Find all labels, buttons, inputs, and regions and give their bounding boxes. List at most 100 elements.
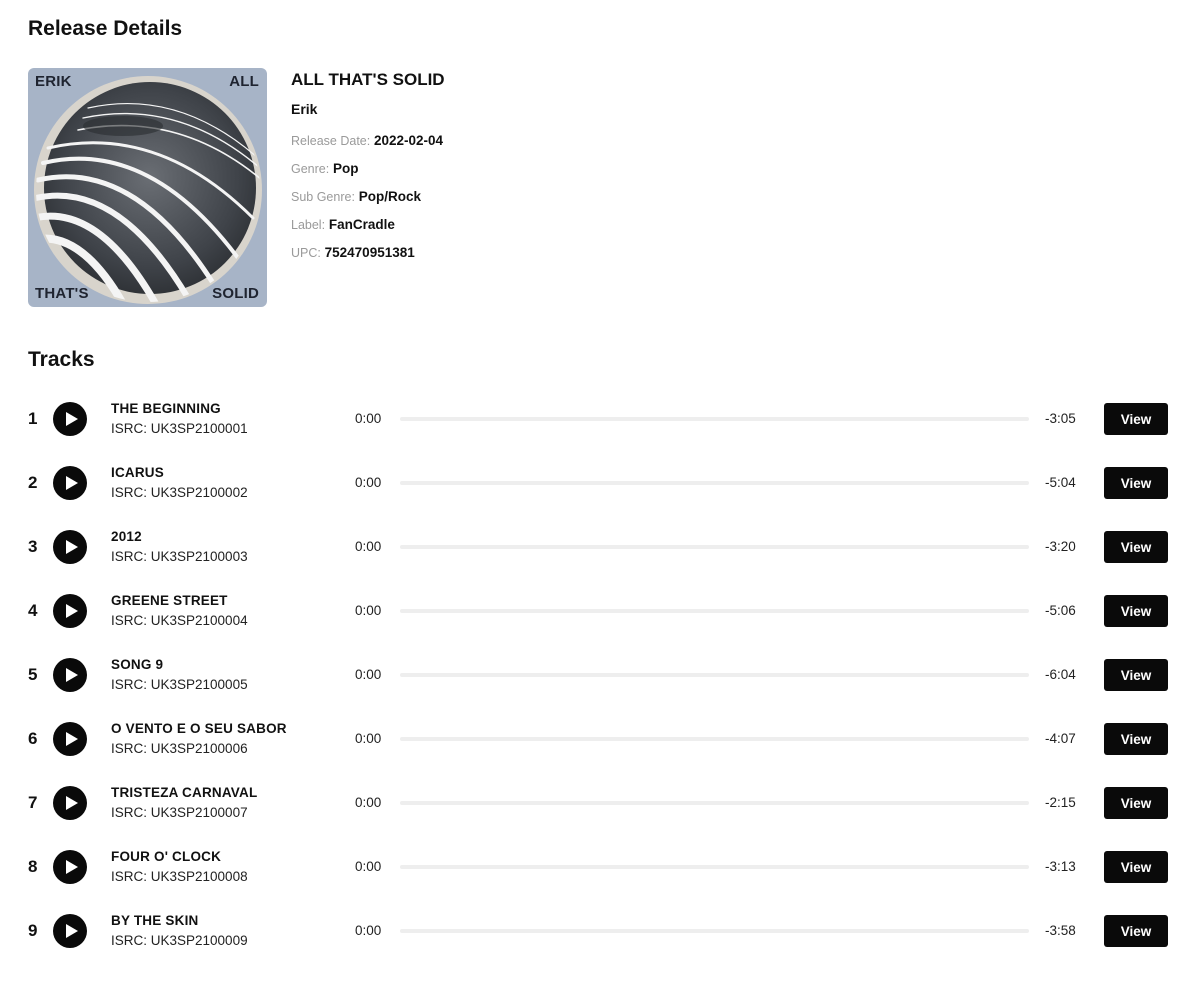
- track-row: 8 FOUR O' CLOCK ISRC: UK3SP2100008 0:00 -3:1…: [0, 835, 1194, 899]
- track-isrc: ISRC: UK3SP2100009: [111, 933, 248, 948]
- label-row: Label: FanCradle: [291, 211, 445, 239]
- track-number: 1: [28, 409, 38, 428]
- remaining-time: -6:04: [1045, 667, 1076, 682]
- upc-label: UPC:: [291, 246, 321, 260]
- track-row: 9 BY THE SKIN ISRC: UK3SP2100009 0:00 -3:58 V…: [0, 899, 1194, 963]
- track-row: 7 TRISTEZA CARNAVAL ISRC: UK3SP2100007 0:00…: [0, 771, 1194, 835]
- play-button[interactable]: [53, 594, 87, 628]
- genre-value: Pop: [332, 161, 359, 176]
- track-isrc: ISRC: UK3SP2100004: [111, 613, 248, 628]
- view-button[interactable]: View: [1104, 787, 1168, 819]
- artist-name: Erik: [291, 101, 318, 117]
- track-number: 7: [28, 793, 38, 812]
- track-progress-bar[interactable]: [400, 545, 1029, 549]
- play-button[interactable]: [53, 722, 87, 756]
- release-info: ALL THAT'S SOLID Erik Release Date: 2022…: [291, 68, 445, 267]
- track-isrc: ISRC: UK3SP2100003: [111, 549, 248, 564]
- track-progress-bar[interactable]: [400, 801, 1029, 805]
- remaining-time: -3:20: [1045, 539, 1076, 554]
- upc-row: UPC: 752470951381: [291, 239, 445, 267]
- view-button[interactable]: View: [1104, 915, 1168, 947]
- track-row: 5 SONG 9 ISRC: UK3SP2100005 0:00 -6:04 View: [0, 643, 1194, 707]
- view-button[interactable]: View: [1104, 595, 1168, 627]
- track-number: 2: [28, 473, 38, 492]
- track-progress-bar[interactable]: [400, 673, 1029, 677]
- current-time: 0:00: [355, 603, 382, 618]
- track-title: GREENE STREET: [111, 593, 228, 608]
- track-row: 4 GREENE STREET ISRC: UK3SP2100004 0:00 -5:0…: [0, 579, 1194, 643]
- track-progress-bar[interactable]: [400, 417, 1029, 421]
- track-progress-bar[interactable]: [400, 929, 1029, 933]
- sub-genre-value: Pop/Rock: [358, 189, 421, 204]
- track-title: O VENTO E O SEU SABOR: [111, 721, 287, 736]
- current-time: 0:00: [355, 475, 382, 490]
- track-title: THE BEGINNING: [111, 401, 221, 416]
- track-number: 5: [28, 665, 38, 684]
- track-title: FOUR O' CLOCK: [111, 849, 222, 864]
- track-isrc: ISRC: UK3SP2100007: [111, 805, 248, 820]
- current-time: 0:00: [355, 731, 382, 746]
- album-cover-art: ERIK ALL THAT'S SOLID: [28, 68, 267, 307]
- remaining-time: -5:06: [1045, 603, 1076, 618]
- remaining-time: -5:04: [1045, 475, 1076, 490]
- track-isrc: ISRC: UK3SP2100002: [111, 485, 248, 500]
- remaining-time: -3:13: [1045, 859, 1076, 874]
- play-button[interactable]: [53, 914, 87, 948]
- track-title: BY THE SKIN: [111, 913, 199, 928]
- track-progress-bar[interactable]: [400, 481, 1029, 485]
- track-row: 6 O VENTO E O SEU SABOR ISRC: UK3SP2100006…: [0, 707, 1194, 771]
- view-button[interactable]: View: [1104, 467, 1168, 499]
- play-button[interactable]: [53, 530, 87, 564]
- view-button[interactable]: View: [1104, 659, 1168, 691]
- track-row: 1 THE BEGINNING ISRC: UK3SP2100001 0:00 -3:0…: [0, 387, 1194, 451]
- track-number: 9: [28, 921, 38, 940]
- sub-genre-label: Sub Genre:: [291, 190, 355, 204]
- cover-text-thats: THAT'S: [35, 285, 89, 302]
- track-number: 6: [28, 729, 38, 748]
- play-button[interactable]: [53, 402, 87, 436]
- sub-genre-row: Sub Genre: Pop/Rock: [291, 183, 445, 211]
- play-button[interactable]: [53, 466, 87, 500]
- cover-text-solid: SOLID: [212, 285, 259, 302]
- current-time: 0:00: [355, 411, 382, 426]
- track-isrc: ISRC: UK3SP2100001: [111, 421, 248, 436]
- track-isrc: ISRC: UK3SP2100006: [111, 741, 248, 756]
- cover-artwork-graphic: [34, 76, 262, 304]
- remaining-time: -3:05: [1045, 411, 1076, 426]
- play-button[interactable]: [53, 850, 87, 884]
- track-number: 4: [28, 601, 38, 620]
- release-details-page: Release Details ERIK ALL THAT'S SOLID AL…: [0, 0, 1194, 981]
- view-button[interactable]: View: [1104, 403, 1168, 435]
- track-progress-bar[interactable]: [400, 609, 1029, 613]
- label-label: Label:: [291, 218, 326, 232]
- release-date-value: 2022-02-04: [373, 133, 444, 148]
- current-time: 0:00: [355, 859, 382, 874]
- current-time: 0:00: [355, 667, 382, 682]
- cover-text-all: ALL: [229, 73, 259, 90]
- view-button[interactable]: View: [1104, 723, 1168, 755]
- track-title: 2012: [111, 529, 142, 544]
- current-time: 0:00: [355, 795, 382, 810]
- play-button[interactable]: [53, 786, 87, 820]
- track-title: TRISTEZA CARNAVAL: [111, 785, 258, 800]
- cover-text-erik: ERIK: [35, 73, 72, 90]
- view-button[interactable]: View: [1104, 531, 1168, 563]
- track-isrc: ISRC: UK3SP2100005: [111, 677, 248, 692]
- view-button[interactable]: View: [1104, 851, 1168, 883]
- play-button[interactable]: [53, 658, 87, 692]
- track-row: 3 2012 ISRC: UK3SP2100003 0:00 -3:20 View: [0, 515, 1194, 579]
- upc-value: 752470951381: [324, 245, 415, 260]
- track-progress-bar[interactable]: [400, 865, 1029, 869]
- track-list: 1 THE BEGINNING ISRC: UK3SP2100001 0:00 -3:0…: [0, 387, 1194, 963]
- track-number: 8: [28, 857, 38, 876]
- track-progress-bar[interactable]: [400, 737, 1029, 741]
- genre-row: Genre: Pop: [291, 155, 445, 183]
- tracks-heading: Tracks: [28, 348, 95, 371]
- remaining-time: -2:15: [1045, 795, 1076, 810]
- track-title: SONG 9: [111, 657, 164, 672]
- current-time: 0:00: [355, 923, 382, 938]
- release-date-label: Release Date:: [291, 134, 371, 148]
- track-title: ICARUS: [111, 465, 164, 480]
- remaining-time: -3:58: [1045, 923, 1076, 938]
- label-value: FanCradle: [328, 217, 395, 232]
